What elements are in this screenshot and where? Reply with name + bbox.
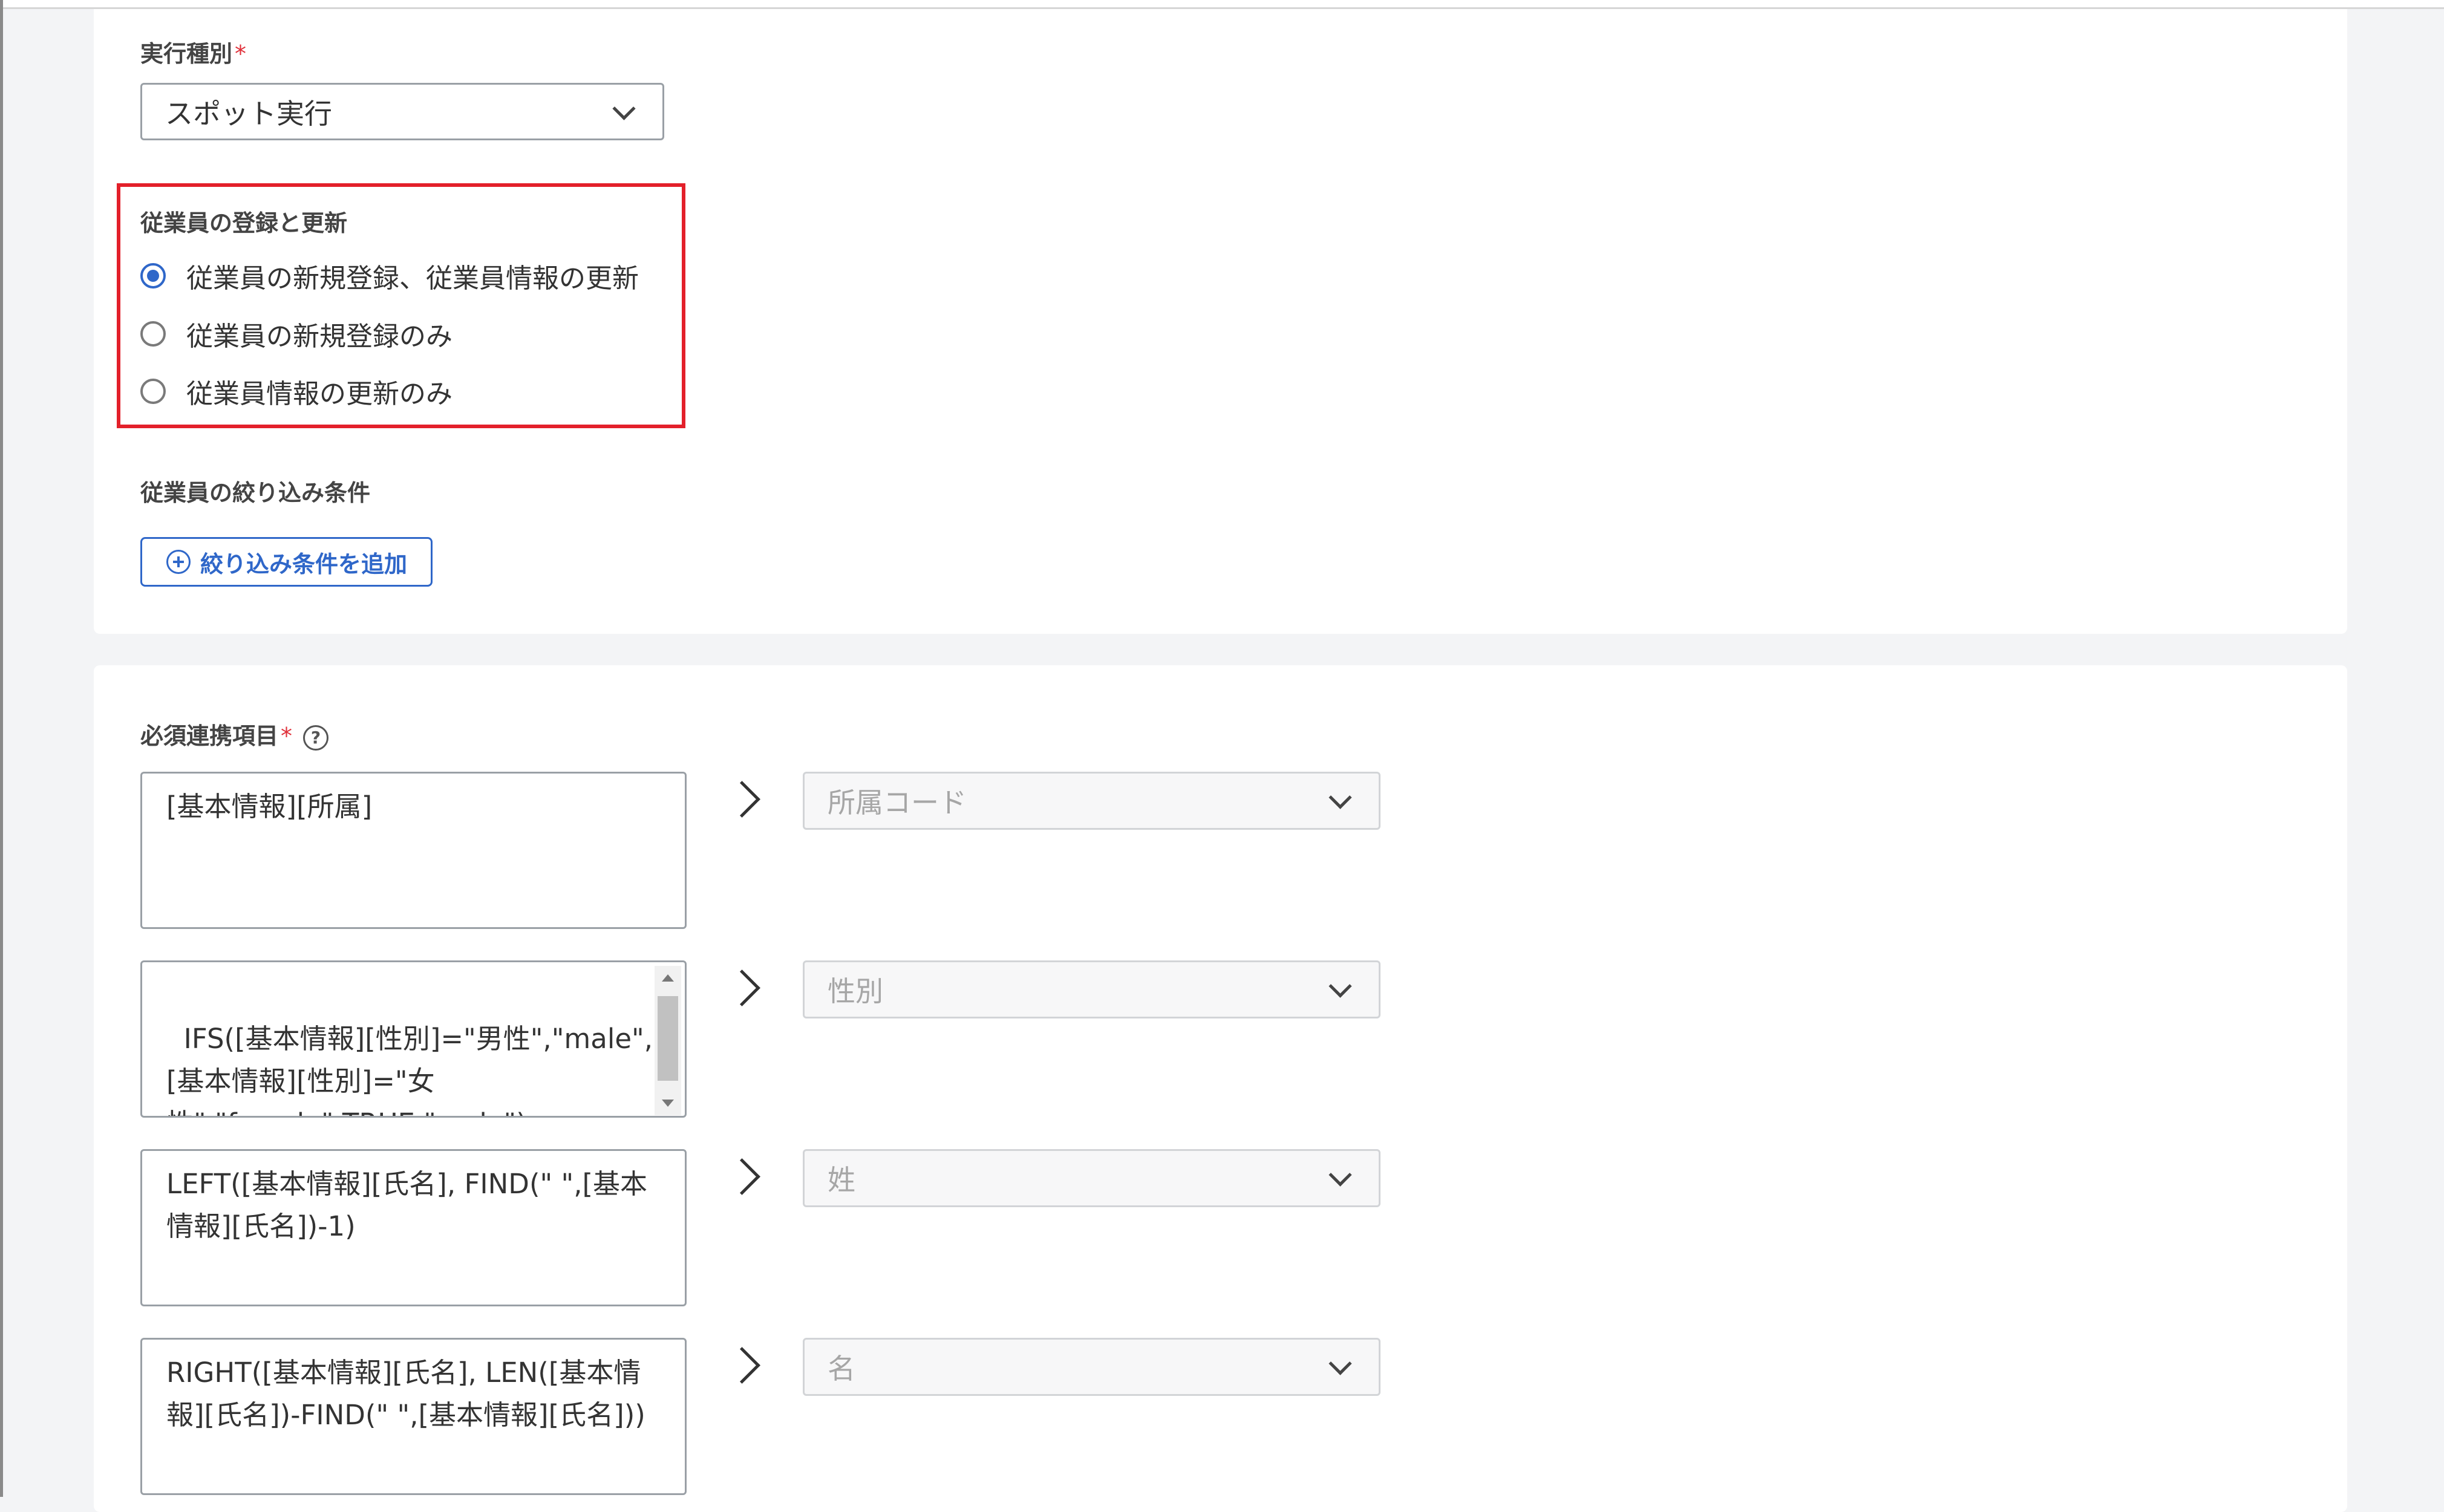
employee-update-label: 従業員の登録と更新 — [140, 210, 348, 236]
execution-type-label-text: 実行種別 — [140, 41, 233, 67]
execution-type-label: 実行種別 * — [140, 35, 246, 68]
vertical-scrollbar[interactable] — [655, 966, 681, 1115]
scroll-up-icon[interactable] — [662, 974, 674, 982]
radio-option-update-only[interactable]: 従業員情報の更新のみ — [140, 372, 453, 411]
top-border — [0, 0, 2444, 9]
radio-label: 従業員の新規登録のみ — [186, 321, 453, 352]
target-select-value: 名 — [828, 1352, 855, 1385]
filter-label: 従業員の絞り込み条件 — [140, 480, 371, 506]
chevron-down-icon — [1328, 1352, 1352, 1375]
target-select-last-name: 姓 — [803, 1149, 1380, 1207]
target-select-value: 所属コード — [828, 786, 967, 819]
required-mapping-label: 必須連携項目 *? — [140, 717, 329, 751]
chevron-down-icon — [1328, 786, 1352, 809]
radio-label: 従業員の新規登録、従業員情報の更新 — [186, 263, 639, 294]
radio-option-register-only[interactable]: 従業員の新規登録のみ — [140, 314, 453, 353]
radio-label: 従業員情報の更新のみ — [186, 379, 453, 409]
chevron-down-icon — [1328, 1163, 1352, 1187]
plus-circle-icon — [166, 550, 191, 574]
chevron-down-icon — [1328, 974, 1352, 998]
target-select-first-name: 名 — [803, 1338, 1380, 1396]
formula-field-gender[interactable]: IFS([基本情報][性別]="男性","male", [基本情報][性別]="… — [140, 960, 687, 1118]
execution-type-value: スポット実行 — [165, 97, 332, 130]
formula-field-first-name[interactable]: RIGHT([基本情報][氏名], LEN([基本情 報][氏名])-FIND(… — [140, 1338, 687, 1495]
radio-button[interactable] — [140, 379, 166, 404]
target-select-value: 姓 — [828, 1164, 855, 1196]
execution-type-select[interactable]: スポット実行 — [140, 83, 664, 140]
target-select-department-code: 所属コード — [803, 772, 1380, 830]
formula-field-department[interactable]: [基本情報][所属] — [140, 772, 687, 929]
formula-text: IFS([基本情報][性別]="男性","male", [基本情報][性別]="… — [166, 1023, 653, 1116]
help-icon[interactable]: ? — [303, 725, 329, 751]
required-mark: * — [235, 41, 247, 67]
window-left-edge — [0, 0, 3, 1497]
radio-button-checked[interactable] — [140, 263, 166, 288]
required-mapping-label-text: 必須連携項目 — [140, 723, 279, 749]
scroll-thumb[interactable] — [658, 996, 678, 1081]
formula-field-last-name[interactable]: LEFT([基本情報][氏名], FIND(" ",[基本 情報][氏名])-1… — [140, 1149, 687, 1306]
add-filter-button[interactable]: 絞り込み条件を追加 — [140, 537, 433, 587]
target-select-gender: 性別 — [803, 960, 1380, 1018]
required-mark: * — [281, 723, 293, 749]
scroll-down-icon[interactable] — [662, 1100, 674, 1107]
radio-button[interactable] — [140, 321, 166, 347]
chevron-down-icon — [612, 97, 636, 120]
add-filter-button-label: 絞り込み条件を追加 — [200, 550, 408, 578]
target-select-value: 性別 — [828, 975, 883, 1008]
radio-option-register-and-update[interactable]: 従業員の新規登録、従業員情報の更新 — [140, 256, 639, 295]
